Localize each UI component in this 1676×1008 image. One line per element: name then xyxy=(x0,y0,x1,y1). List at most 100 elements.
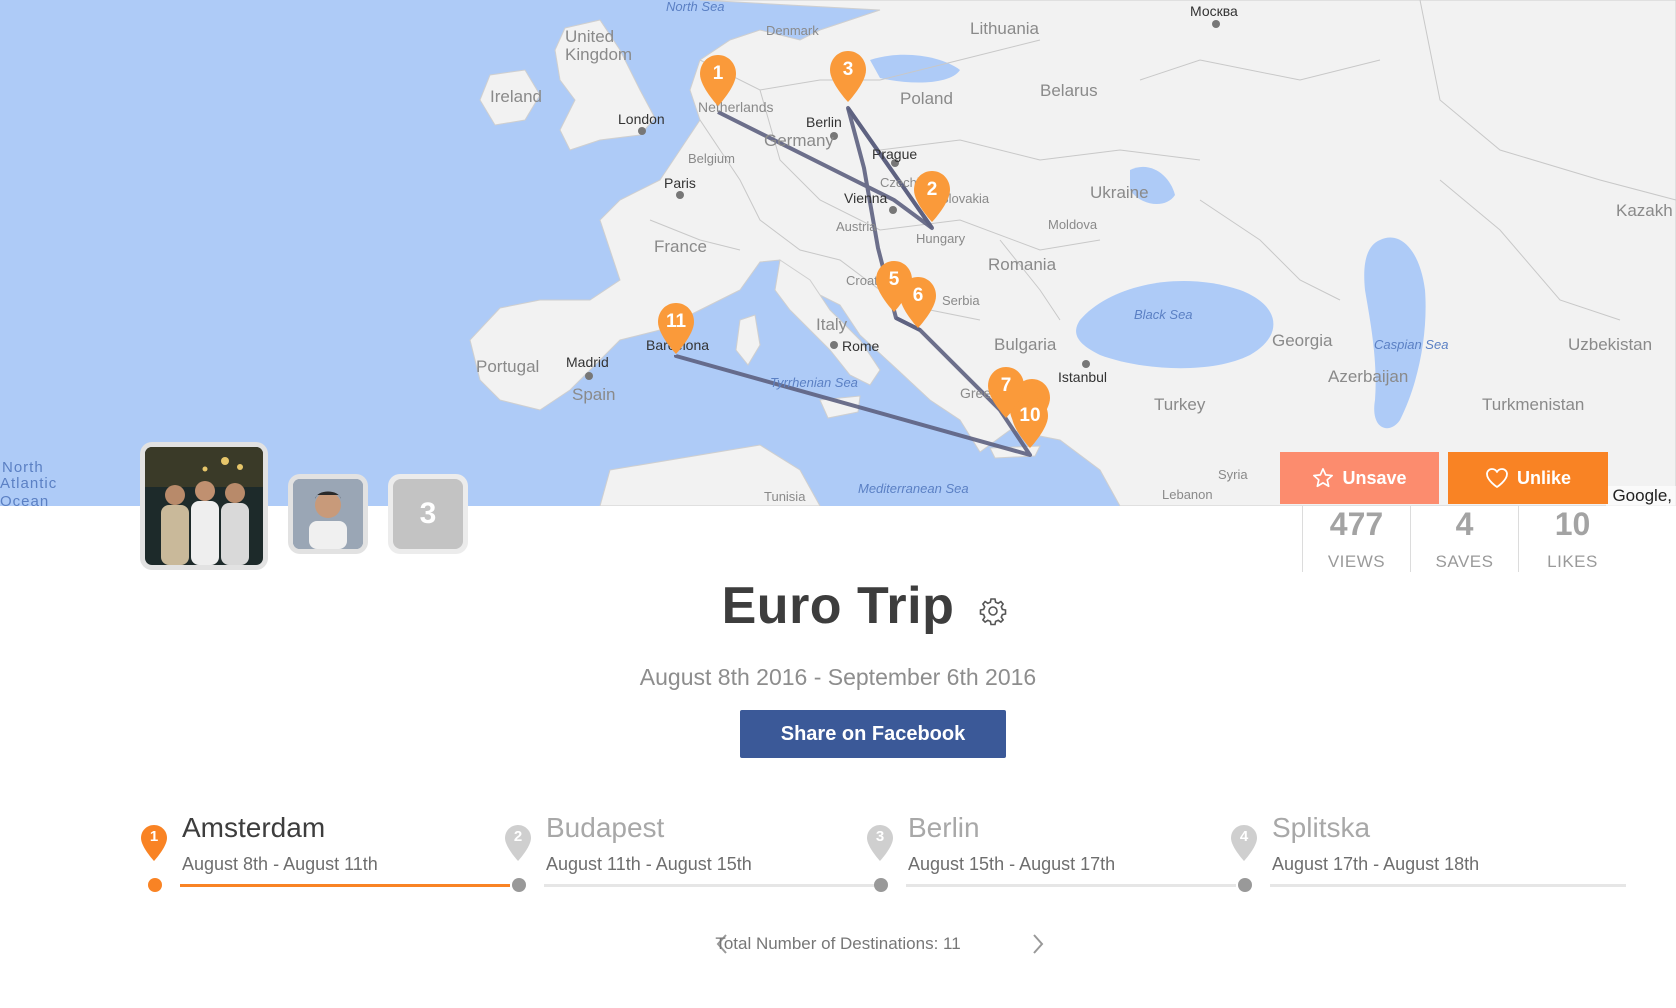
star-icon xyxy=(1313,468,1334,488)
map-sea-tyrrhenian: Tyrrhenian Sea xyxy=(770,375,858,390)
map-country-turkmenistan: Turkmenistan xyxy=(1482,395,1585,414)
map-country-serbia: Serbia xyxy=(942,293,980,308)
map-country-hungary: Hungary xyxy=(916,231,966,246)
destination-dates: August 8th - August 11th xyxy=(182,854,378,874)
stat-saves-label: SAVES xyxy=(1435,552,1494,571)
map-country-belarus: Belarus xyxy=(1040,81,1098,100)
destination-name: Splitska xyxy=(1272,812,1371,843)
map-city-madrid: Madrid xyxy=(566,354,609,370)
map-pin-3[interactable]: 3 xyxy=(828,50,868,104)
settings-gear-icon[interactable] xyxy=(978,596,1008,626)
stat-views-value: 477 xyxy=(1329,506,1384,542)
map-country-belgium: Belgium xyxy=(688,151,735,166)
timeline-dot xyxy=(148,878,162,892)
trip-page: Lithuania Belarus Poland Ukraine Ireland… xyxy=(0,0,1676,1008)
destination-dates: August 17th - August 18th xyxy=(1272,854,1480,874)
map-sea-north: North Sea xyxy=(666,0,725,14)
map-country-uk: United Kingdom xyxy=(565,27,633,64)
map-country-ireland: Ireland xyxy=(490,87,542,106)
map-sea-black: Black Sea xyxy=(1134,307,1193,322)
map-country-moldova: Moldova xyxy=(1048,217,1098,232)
map-country-denmark: Denmark xyxy=(766,23,819,38)
destination-pin-icon: 2 xyxy=(504,824,532,862)
map-pin-1[interactable]: 1 xyxy=(698,54,738,108)
destination-dates: August 11th - August 15th xyxy=(546,854,752,874)
timeline-line xyxy=(180,884,510,887)
map-attribution: Google, xyxy=(1606,486,1676,506)
timeline-dot xyxy=(1238,878,1252,892)
destination-name: Budapest xyxy=(546,812,665,843)
map-ocean-line2: Atlantic xyxy=(0,475,58,492)
traveler-avatar-2[interactable] xyxy=(288,474,368,554)
timeline-line xyxy=(1270,884,1626,887)
map-country-spain: Spain xyxy=(572,385,616,404)
more-travelers-count: 3 xyxy=(393,479,463,549)
map-country-romania: Romania xyxy=(988,255,1057,274)
map-country-uzbekistan: Uzbekistan xyxy=(1568,335,1653,354)
unlike-label: Unlike xyxy=(1516,467,1572,488)
more-travelers-badge[interactable]: 3 xyxy=(388,474,468,554)
map-sea-caspian: Caspian Sea xyxy=(1374,337,1449,352)
map-country-azerbaijan: Azerbaijan xyxy=(1328,367,1409,386)
stat-saves: 4 SAVES xyxy=(1410,506,1518,572)
map-country-georgia: Georgia xyxy=(1272,331,1333,350)
unlike-button[interactable]: Unlike xyxy=(1448,452,1608,504)
stat-views-label: VIEWS xyxy=(1327,552,1386,571)
timeline-line xyxy=(906,884,1236,887)
map-country-lithuania: Lithuania xyxy=(970,19,1040,38)
profile-photo xyxy=(293,479,363,549)
stat-likes-label: LIKES xyxy=(1547,552,1598,571)
map-pin-10[interactable]: 10 xyxy=(1010,396,1050,450)
destination-pin-icon: 1 xyxy=(140,824,168,862)
share-facebook-button[interactable]: Share on Facebook xyxy=(740,710,1006,758)
destinations-total: Total Number of Destinations: 11 xyxy=(715,934,961,953)
map-country-poland: Poland xyxy=(900,89,953,108)
unsave-label: Unsave xyxy=(1342,467,1407,488)
chevron-right-icon[interactable] xyxy=(1028,932,1048,956)
timeline-dot xyxy=(874,878,888,892)
map-country-france: France xyxy=(654,237,707,256)
destination-name: Berlin xyxy=(908,812,980,843)
map-country-germany: Germany xyxy=(764,131,834,150)
map-city-prague: Prague xyxy=(872,146,918,162)
map-city-london: London xyxy=(618,111,665,127)
traveler-avatar-group[interactable] xyxy=(140,442,268,570)
map-pin-11[interactable]: 11 xyxy=(656,302,696,356)
map-country-tunisia: Tunisia xyxy=(764,489,806,504)
map-country-austria: Austria xyxy=(836,219,877,234)
map-pin-2[interactable]: 2 xyxy=(912,170,952,224)
heart-icon xyxy=(1486,468,1508,488)
timeline-dot xyxy=(512,878,526,892)
stat-views: 477 VIEWS xyxy=(1302,506,1410,572)
map-country-lebanon: Lebanon xyxy=(1162,487,1213,502)
map-country-turkey: Turkey xyxy=(1154,395,1206,414)
stat-likes: 10 LIKES xyxy=(1518,506,1626,572)
trip-stats: 477 VIEWS 4 SAVES 10 LIKES xyxy=(1302,506,1626,572)
map-country-portugal: Portugal xyxy=(476,357,540,376)
map-country-syria: Syria xyxy=(1218,467,1248,482)
unsave-button[interactable]: Unsave xyxy=(1280,452,1439,504)
map-ocean-line3: Ocean xyxy=(0,493,50,506)
map-sea-mediterranean: Mediterranean Sea xyxy=(858,481,969,496)
map-city-istanbul: Istanbul xyxy=(1058,369,1108,385)
title-row: Euro Trip xyxy=(0,576,1676,636)
map-pin-6[interactable]: 6 xyxy=(898,276,938,330)
group-photo xyxy=(145,447,263,565)
map-city-berlin: Berlin xyxy=(806,114,842,130)
destination-dates: August 15th - August 17th xyxy=(908,854,1116,874)
map-city-rome: Rome xyxy=(842,338,880,354)
stat-likes-value: 10 xyxy=(1554,506,1591,542)
timeline-line xyxy=(544,884,874,887)
map-country-kazakh: Kazakh xyxy=(1616,201,1673,220)
trip-map[interactable]: Lithuania Belarus Poland Ukraine Ireland… xyxy=(0,0,1676,506)
map-ocean-line1: North xyxy=(2,459,44,476)
destination-pin-icon: 4 xyxy=(1230,824,1258,862)
map-city-moscow: Москва xyxy=(1190,3,1238,19)
map-city-vienna: Vienna xyxy=(844,190,888,206)
destination-name: Amsterdam xyxy=(182,812,326,843)
map-country-ukraine: Ukraine xyxy=(1090,183,1149,202)
map-country-bulgaria: Bulgaria xyxy=(994,335,1057,354)
stat-saves-value: 4 xyxy=(1455,506,1474,542)
trip-title: Euro Trip xyxy=(721,577,955,635)
destination-pin-icon: 3 xyxy=(866,824,894,862)
